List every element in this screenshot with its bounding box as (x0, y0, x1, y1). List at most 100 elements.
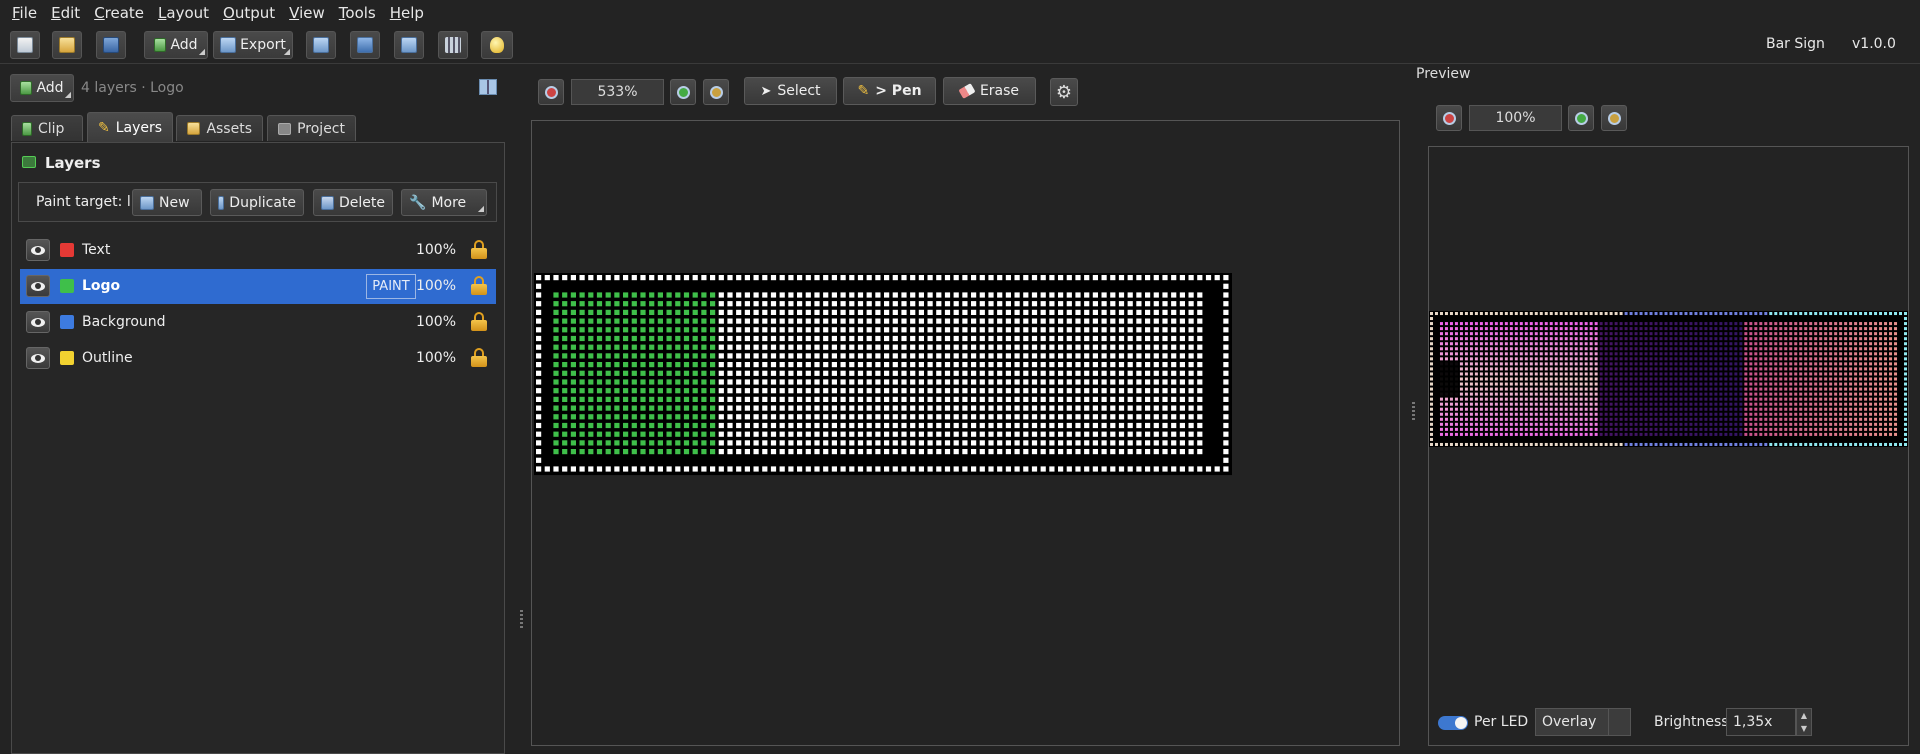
tips-button[interactable] (481, 31, 513, 59)
unlock-icon[interactable] (470, 348, 488, 368)
preview-led-dot (1729, 332, 1733, 336)
zoom-out-button[interactable] (538, 79, 564, 105)
tab-layers[interactable]: ✎ Layers (87, 112, 173, 142)
preview-led-dot (1569, 372, 1573, 376)
led-dot (988, 388, 994, 394)
layer-row-outline[interactable]: Outline 100% (20, 341, 496, 376)
menu-create[interactable]: Create (88, 4, 152, 22)
menu-layout[interactable]: Layout (152, 4, 217, 22)
preview-led-dot (1834, 392, 1838, 396)
preview-led-dot (1494, 397, 1498, 401)
menu-output[interactable]: Output (217, 4, 283, 22)
duplicate-layer-button[interactable]: Duplicate (210, 189, 304, 216)
right-splitter-handle[interactable] (1412, 402, 1415, 420)
library-button[interactable] (438, 31, 468, 59)
layer-row-text[interactable]: Text 100% (20, 233, 496, 268)
tab-clip[interactable]: Clip (11, 115, 83, 141)
preview-led-dot (1784, 322, 1788, 326)
visibility-eye-icon[interactable] (26, 347, 50, 369)
erase-tool-button[interactable]: Erase (943, 77, 1036, 105)
preview-led-dot (1864, 427, 1868, 431)
unlock-icon[interactable] (470, 276, 488, 296)
led-dot (631, 353, 637, 359)
zoom-out-icon (544, 85, 558, 99)
led-dot (944, 414, 951, 420)
preview-zoom-out-button[interactable] (1436, 105, 1462, 131)
led-dot (814, 449, 820, 455)
brightness-stepper[interactable]: ▲ ▼ (1796, 708, 1812, 736)
preview-led-dot (1509, 412, 1513, 416)
save-file-button[interactable] (96, 31, 126, 59)
preview-led-dot (1589, 422, 1593, 426)
preview-led-dot (1459, 397, 1463, 401)
preview-zoom-field[interactable]: 100% (1469, 105, 1562, 131)
settings-button[interactable]: ⚙ (1050, 78, 1078, 106)
led-dot (623, 449, 629, 455)
menu-file[interactable]: File (6, 4, 45, 22)
preview-led-dot (1514, 417, 1518, 421)
visibility-eye-icon[interactable] (26, 275, 50, 297)
menu-view[interactable]: View (283, 4, 333, 22)
open-file-button[interactable] (52, 31, 82, 59)
layer-row-logo[interactable]: Logo PAINT 100% (20, 269, 496, 304)
preview-led-dot (1874, 402, 1878, 406)
led-dot (927, 327, 933, 333)
single-view-button[interactable] (350, 31, 380, 59)
led-dot (718, 370, 724, 376)
preview-led-dot (1769, 382, 1773, 386)
per-led-toggle[interactable] (1438, 716, 1468, 730)
zoom-fit-button[interactable] (703, 79, 729, 105)
preview-led-dot (1544, 352, 1548, 356)
left-splitter-handle[interactable] (520, 610, 523, 628)
preview-zoom-in-button[interactable] (1568, 105, 1594, 131)
menu-tools[interactable]: Tools (333, 4, 384, 22)
led-dot (1075, 370, 1081, 376)
layer-row-background[interactable]: Background 100% (20, 305, 496, 340)
tab-assets[interactable]: Assets (176, 115, 263, 141)
more-button[interactable]: 🔧 More ◢ (401, 189, 487, 216)
led-dot (1040, 379, 1046, 385)
editor-canvas-frame[interactable] (531, 120, 1400, 746)
tab-project[interactable]: Project (267, 115, 356, 141)
led-dot (849, 440, 855, 446)
layout-panel-button[interactable] (306, 31, 336, 59)
pen-tool-button[interactable]: ✎ > Pen (843, 77, 936, 105)
new-layer-button[interactable]: New (132, 189, 202, 216)
preview-led-dot (1704, 327, 1708, 331)
unlock-icon[interactable] (470, 312, 488, 332)
led-dot (971, 370, 977, 376)
led-editor-canvas[interactable] (532, 121, 1399, 745)
delete-layer-button[interactable]: Delete (313, 189, 393, 216)
preview-led-dot (1859, 347, 1863, 351)
visibility-eye-icon[interactable] (26, 311, 50, 333)
export-button[interactable]: Export ◢ (213, 31, 293, 59)
layer-add-button[interactable]: Add ◢ (10, 74, 74, 102)
preview-led-dot (1634, 342, 1638, 346)
preview-led-dot (1874, 372, 1878, 376)
preview-led-dot (1834, 362, 1838, 366)
preview-led-dot (1594, 352, 1598, 356)
unlock-icon[interactable] (470, 240, 488, 260)
menu-help[interactable]: Help (384, 4, 432, 22)
editor-zoom-field[interactable]: 533% (571, 79, 664, 105)
preview-led-dot (1849, 362, 1853, 366)
split-view-button[interactable] (394, 31, 424, 59)
led-dot (536, 318, 542, 324)
select-tool-button[interactable]: ➤ Select (744, 77, 837, 105)
preview-canvas-frame[interactable] (1428, 146, 1909, 746)
menu-edit[interactable]: Edit (45, 4, 88, 22)
led-dot (1058, 422, 1064, 429)
new-file-button[interactable] (10, 31, 40, 59)
preview-led-dot (1799, 427, 1803, 431)
preview-zoom-fit-button[interactable] (1601, 105, 1627, 131)
preview-led-dot (1634, 427, 1638, 431)
panel-toggle-icon[interactable] (479, 79, 497, 95)
led-dot (875, 422, 881, 429)
visibility-eye-icon[interactable] (26, 239, 50, 261)
add-button[interactable]: Add ◢ (144, 31, 208, 59)
zoom-in-button[interactable] (670, 79, 696, 105)
led-dot (1153, 327, 1159, 333)
led-dot (657, 388, 663, 394)
brightness-input[interactable]: 1,35x (1726, 708, 1796, 736)
overlay-mode-select[interactable]: Overlay (1535, 708, 1631, 736)
